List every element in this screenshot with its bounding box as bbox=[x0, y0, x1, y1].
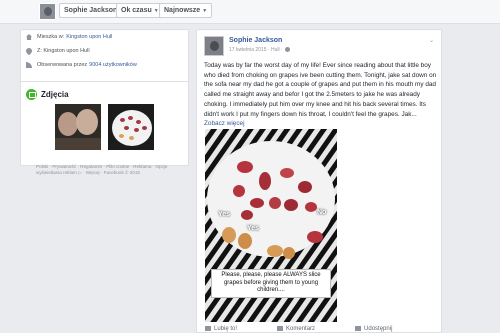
post-photo[interactable]: Yes Yes No Please, please, please ALWAYS… bbox=[205, 129, 337, 322]
home-icon bbox=[26, 34, 32, 40]
right-margin bbox=[445, 24, 500, 333]
photo-label-no: No bbox=[317, 209, 327, 216]
profile-name-button[interactable]: Sophie Jackson bbox=[59, 3, 123, 18]
hometown-text: Z: Kingston upon Hull bbox=[37, 48, 90, 54]
chevron-down-icon: ▼ bbox=[202, 8, 208, 14]
post-date[interactable]: 17 kwietnia 2015 · Hull · bbox=[229, 47, 283, 53]
globe-icon bbox=[284, 47, 290, 53]
location-pin-icon bbox=[24, 46, 34, 56]
photo-label-yes-2: Yes bbox=[247, 225, 260, 232]
time-filter-label: Ok czasu bbox=[121, 7, 152, 14]
followers-icon bbox=[26, 62, 32, 68]
photo-caption: Please, please, please ALWAYS slice grap… bbox=[211, 269, 331, 298]
post-text: Today was by far the worst day of my lif… bbox=[204, 62, 437, 118]
post-card: Sophie Jackson 17 kwietnia 2015 · Hull ·… bbox=[196, 29, 442, 333]
lives-in-link[interactable]: Kingston upon Hull bbox=[66, 34, 112, 40]
sort-dropdown[interactable]: Najnowsze ▼ bbox=[159, 3, 213, 18]
comment-icon bbox=[277, 326, 284, 331]
profile-name-label: Sophie Jackson bbox=[64, 7, 118, 14]
followers-label: Obserwowana przez bbox=[37, 62, 88, 68]
post-actions: Lubię to! Komentarz Udostępnij bbox=[205, 326, 392, 332]
post-body: Today was by far the worst day of my lif… bbox=[204, 61, 438, 129]
lives-in-row: Mieszka w: Kingston upon Hull bbox=[26, 34, 112, 40]
photo-thumbnail-grapes[interactable] bbox=[108, 104, 154, 150]
photos-header[interactable]: Zdjęcia bbox=[26, 89, 69, 100]
timeline-filter-bar: Sophie Jackson Ok czasu ▼ Najnowsze ▼ bbox=[0, 0, 500, 24]
lives-in-label: Mieszka w: bbox=[37, 34, 65, 40]
photos-card: Zdjęcia bbox=[20, 81, 189, 166]
followers-row: Obserwowana przez 9004 użytkowników bbox=[26, 62, 137, 68]
photos-title: Zdjęcia bbox=[41, 90, 69, 99]
like-icon bbox=[205, 326, 211, 331]
post-author-name[interactable]: Sophie Jackson bbox=[229, 37, 282, 44]
like-label: Lubię to! bbox=[214, 326, 238, 333]
time-filter-dropdown[interactable]: Ok czasu ▼ bbox=[116, 3, 164, 18]
share-label: Udostępnij bbox=[364, 326, 393, 333]
photo-thumbnail-children[interactable] bbox=[55, 104, 101, 150]
footer-links[interactable]: Polski · Prywatność · Regulamin · Pliki … bbox=[36, 164, 186, 176]
photos-icon bbox=[26, 89, 37, 100]
post-meta: 17 kwietnia 2015 · Hull · bbox=[229, 47, 290, 53]
from-row: Z: Kingston upon Hull bbox=[24, 46, 90, 56]
sort-label: Najnowsze bbox=[164, 7, 201, 14]
followers-link[interactable]: 9004 użytkowników bbox=[89, 62, 137, 68]
post-author-avatar[interactable] bbox=[204, 36, 224, 56]
share-button[interactable]: Udostępnij bbox=[355, 326, 392, 332]
chevron-down-icon: ▼ bbox=[153, 8, 159, 14]
profile-avatar-small[interactable] bbox=[39, 3, 56, 20]
share-icon bbox=[355, 326, 362, 331]
post-options-icon[interactable]: ⌄ bbox=[429, 37, 434, 44]
comment-button[interactable]: Komentarz bbox=[277, 326, 315, 332]
see-more-link[interactable]: Zobacz więcej bbox=[204, 120, 245, 127]
photo-label-yes-1: Yes bbox=[218, 211, 231, 218]
comment-label: Komentarz bbox=[286, 326, 316, 333]
like-button[interactable]: Lubię to! bbox=[205, 326, 237, 332]
